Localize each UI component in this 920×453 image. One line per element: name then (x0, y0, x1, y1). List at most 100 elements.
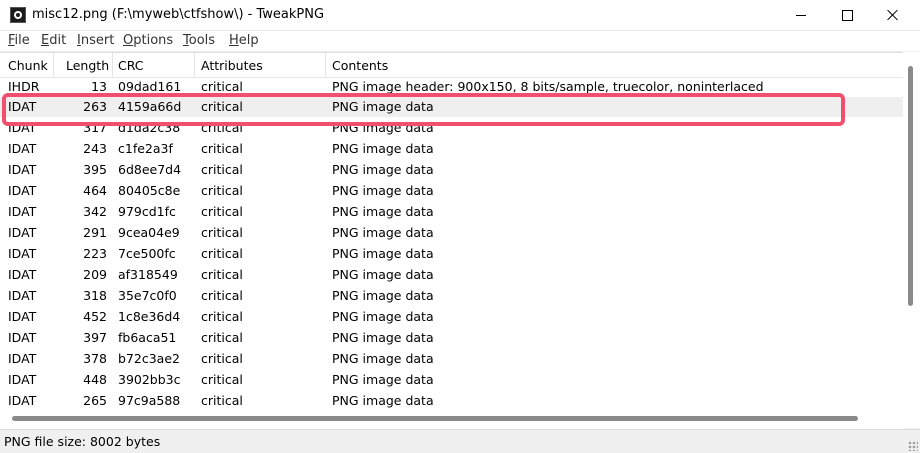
crc-cell: 80405c8e (118, 183, 181, 198)
contents-cell: PNG image data (332, 141, 434, 156)
contents-cell: PNG image header: 900x150, 8 bits/sample… (332, 79, 764, 94)
table-row[interactable]: IDAT 318 35e7c0f0 critical PNG image dat… (0, 286, 903, 306)
attributes-cell: critical (201, 393, 243, 408)
column-divider[interactable] (194, 53, 195, 77)
table-row[interactable]: IDAT 291 9cea04e9 critical PNG image dat… (0, 223, 903, 243)
app-icon[interactable] (10, 7, 26, 23)
column-header-chunk[interactable]: Chunk (8, 58, 48, 73)
close-button[interactable] (870, 0, 916, 30)
chunk-cell: IDAT (8, 162, 37, 177)
contents-cell: PNG image data (332, 267, 434, 282)
chunk-cell: IDAT (8, 309, 37, 324)
crc-cell: 35e7c0f0 (118, 288, 177, 303)
crc-cell: c1fe2a3f (118, 141, 173, 156)
status-file-size: PNG file size: 8002 bytes (4, 434, 161, 449)
column-header-crc[interactable]: CRC (118, 58, 144, 73)
table-row[interactable]: IDAT 395 6d8ee7d4 critical PNG image dat… (0, 160, 903, 180)
length-cell: 209 (83, 267, 107, 282)
column-divider[interactable] (53, 53, 54, 77)
contents-cell: PNG image data (332, 162, 434, 177)
scrollbar-corner (903, 410, 920, 428)
table-row[interactable]: IDAT 452 1c8e36d4 critical PNG image dat… (0, 307, 903, 327)
column-divider[interactable] (325, 53, 326, 77)
table-row[interactable]: IDAT 397 fb6aca51 critical PNG image dat… (0, 328, 903, 348)
length-cell: 452 (83, 309, 107, 324)
vertical-scroll-thumb[interactable] (908, 66, 913, 306)
vertical-scrollbar[interactable] (903, 52, 920, 428)
length-cell: 13 (91, 79, 107, 94)
table-row[interactable]: IDAT 448 3902bb3c critical PNG image dat… (0, 370, 903, 390)
contents-cell: PNG image data (332, 183, 434, 198)
contents-cell: PNG image data (332, 225, 434, 240)
minimize-icon (796, 14, 806, 16)
chunk-cell: IDAT (8, 351, 37, 366)
list-header: Chunk Length CRC Attributes Contents (0, 53, 903, 78)
column-header-attributes[interactable]: Attributes (201, 58, 263, 73)
column-header-length[interactable]: Length (66, 58, 109, 73)
horizontal-scrollbar[interactable] (0, 410, 903, 428)
chunk-cell: IDAT (8, 393, 37, 408)
length-cell: 448 (83, 372, 107, 387)
chunk-cell: IDAT (8, 267, 37, 282)
resize-grip-icon[interactable] (908, 441, 918, 451)
column-divider[interactable] (112, 53, 113, 77)
length-cell: 265 (83, 393, 107, 408)
attributes-cell: critical (201, 79, 243, 94)
attributes-cell: critical (201, 225, 243, 240)
status-bar: PNG file size: 8002 bytes (0, 429, 920, 453)
table-row[interactable]: IDAT 378 b72c3ae2 critical PNG image dat… (0, 349, 903, 369)
rows-container: IHDR 13 09dad161 critical PNG image head… (0, 77, 903, 415)
contents-cell: PNG image data (332, 393, 434, 408)
table-row[interactable]: IDAT 265 97c9a588 critical PNG image dat… (0, 391, 903, 411)
highlight-annotation-box (2, 93, 845, 126)
length-cell: 464 (83, 183, 107, 198)
menu-help[interactable]: Help (229, 33, 259, 48)
menu-insert[interactable]: Insert (77, 33, 114, 48)
crc-cell: af318549 (118, 267, 178, 282)
length-cell: 378 (83, 351, 107, 366)
table-row[interactable]: IDAT 209 af318549 critical PNG image dat… (0, 265, 903, 285)
crc-cell: fb6aca51 (118, 330, 177, 345)
menu-tools[interactable]: Tools (183, 33, 215, 48)
length-cell: 397 (83, 330, 107, 345)
length-cell: 291 (83, 225, 107, 240)
chunk-cell: IDAT (8, 141, 37, 156)
horizontal-scroll-thumb[interactable] (12, 416, 858, 421)
table-row[interactable]: IDAT 342 979cd1fc critical PNG image dat… (0, 202, 903, 222)
crc-cell: 979cd1fc (118, 204, 176, 219)
chunk-cell: IDAT (8, 183, 37, 198)
attributes-cell: critical (201, 351, 243, 366)
table-row[interactable]: IDAT 223 7ce500fc critical PNG image dat… (0, 244, 903, 264)
maximize-button[interactable] (824, 0, 870, 30)
table-row[interactable]: IDAT 243 c1fe2a3f critical PNG image dat… (0, 139, 903, 159)
contents-cell: PNG image data (332, 246, 434, 261)
minimize-button[interactable] (778, 0, 824, 30)
attributes-cell: critical (201, 267, 243, 282)
maximize-icon (841, 9, 853, 21)
crc-cell: 97c9a588 (118, 393, 181, 408)
attributes-cell: critical (201, 372, 243, 387)
title-bar: misc12.png (F:\myweb\ctfshow\) - TweakPN… (0, 0, 920, 31)
menu-bar: File Edit Insert Options Tools Help (0, 31, 920, 51)
contents-cell: PNG image data (332, 204, 434, 219)
crc-cell: b72c3ae2 (118, 351, 180, 366)
attributes-cell: critical (201, 246, 243, 261)
menu-file[interactable]: File (8, 33, 30, 48)
attributes-cell: critical (201, 288, 243, 303)
menu-options[interactable]: Options (123, 33, 173, 48)
contents-cell: PNG image data (332, 372, 434, 387)
menu-edit[interactable]: Edit (41, 33, 66, 48)
column-header-contents[interactable]: Contents (332, 58, 388, 73)
chunk-cell: IDAT (8, 204, 37, 219)
attributes-cell: critical (201, 330, 243, 345)
table-row[interactable]: IDAT 464 80405c8e critical PNG image dat… (0, 181, 903, 201)
close-icon (887, 9, 899, 21)
attributes-cell: critical (201, 204, 243, 219)
crc-cell: 7ce500fc (118, 246, 176, 261)
contents-cell: PNG image data (332, 351, 434, 366)
attributes-cell: critical (201, 183, 243, 198)
chunk-cell: IDAT (8, 330, 37, 345)
length-cell: 342 (83, 204, 107, 219)
length-cell: 243 (83, 141, 107, 156)
window-title: misc12.png (F:\myweb\ctfshow\) - TweakPN… (32, 7, 325, 22)
